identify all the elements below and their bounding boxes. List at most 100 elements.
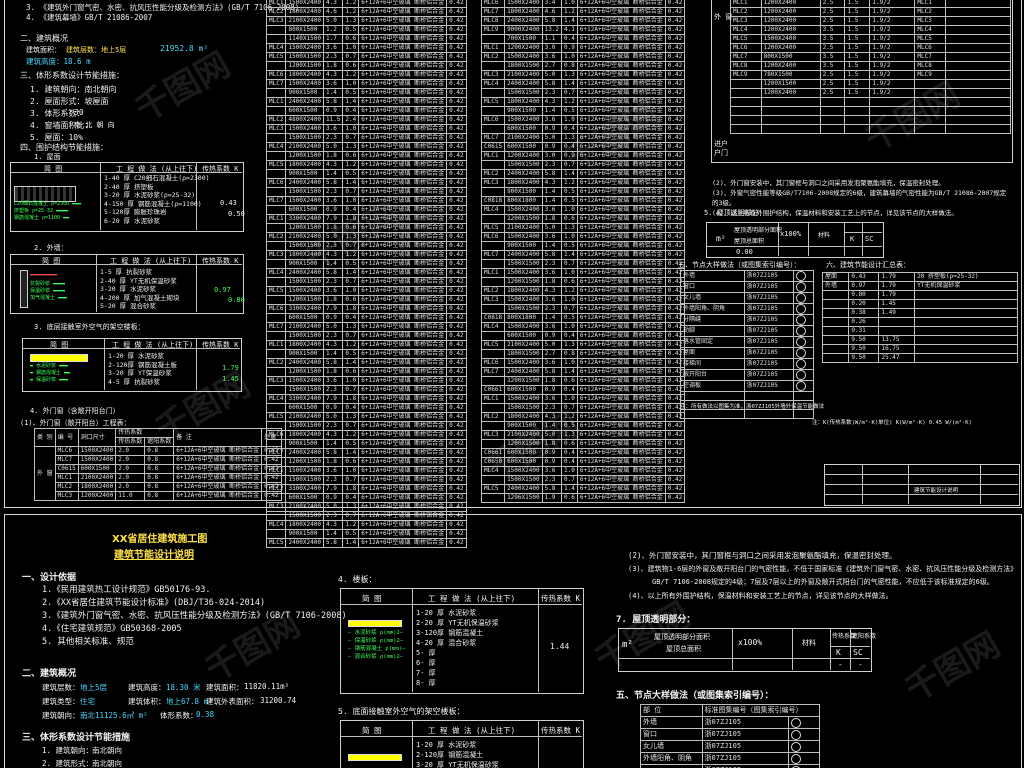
summary-limit-cell: 1.49 bbox=[878, 308, 916, 318]
table-row: 600X1500 0.9 0.4 6+12A+6中空玻璃 断桥铝合金 0.42 bbox=[265, 313, 467, 323]
glass-note-cell: 6+12A+6中空玻璃 断桥铝合金 bbox=[576, 178, 666, 188]
wall-ratio-cell: 0.42 bbox=[446, 403, 467, 413]
window-value-cell: 1.0 bbox=[561, 268, 578, 278]
window-area-cell: 5.0 bbox=[541, 70, 563, 80]
design-basis-item: 3.《建筑外门窗气密、水密、抗风压性能分级及检测方法》(GB/T 7106-20… bbox=[42, 611, 347, 621]
glass-note-cell: 6+12A+6中空玻璃 断桥铝合金 bbox=[358, 313, 448, 323]
window-area-cell: 5.8 bbox=[322, 448, 344, 458]
window-size-cell: 1800X2400 bbox=[504, 178, 543, 188]
wall-ratio-cell: 0.42 bbox=[446, 232, 467, 242]
table-row: 1500X1500 2.3 0.7 6+12A+6中空玻璃 断桥铝合金 0.42 bbox=[265, 475, 467, 485]
window-value-cell: 1.0 bbox=[561, 358, 578, 368]
glass-note-cell: 6+12A+6中空玻璃 断桥铝合金 bbox=[358, 259, 448, 269]
table-row: C0818 800X1800 1.4 0.5 6+12A+6中空玻璃 断桥铝合金 0.42 bbox=[480, 196, 686, 206]
skylight-b-k: K bbox=[836, 648, 841, 657]
glass-note-cell: 6+12A+6中空玻璃 断桥铝合金 bbox=[576, 205, 666, 215]
glass-note-cell: 6+12A+6中空玻璃 断桥铝合金 bbox=[358, 385, 448, 395]
door-table-cell: 1.5 bbox=[844, 25, 871, 35]
window-size-cell: 600X1500 bbox=[285, 313, 324, 323]
wall-ratio-cell: 0.42 bbox=[446, 70, 467, 80]
table-row: MLC8 1200X2400 3.5 1.5 1.9/2 MLC8 bbox=[730, 61, 1011, 71]
overview-label: 建筑朝向： bbox=[42, 711, 80, 720]
door-table-cell: 2.5 bbox=[819, 70, 846, 80]
table-row: 0.80 1.79 bbox=[821, 290, 1018, 300]
table-row: MLC2 1200X2400 2.5 1.5 1.9/2 MLC2 bbox=[730, 7, 1011, 17]
glass-note-cell: 6+12A+6中空玻璃 断桥铝合金 bbox=[576, 214, 666, 224]
table-row: MLC1 1500X2400 3.6 1.0 6+12A+6中空玻璃 断桥铝合金 0.42 bbox=[480, 394, 686, 404]
table-row: 外墙 0.97 1.79 YT无机保温砂浆 bbox=[821, 281, 1018, 291]
window-size-cell: 1500X1500 bbox=[504, 88, 543, 98]
table-row: 0.26 bbox=[821, 317, 1018, 327]
table-row: 1500X1500 2.3 0.7 6+12A+6中空玻璃 断桥铝合金 0.42 bbox=[265, 421, 467, 431]
glass-note-cell: 6+12A+6中空玻璃 断桥铝合金 bbox=[358, 295, 448, 305]
glass-note-cell: 6+12A+6中空玻璃 断桥铝合金 bbox=[576, 385, 666, 395]
table-row: MLC1 2400X2400 5.8 1.4 6+12A+6中空玻璃 断桥铝合金 0.42 bbox=[265, 97, 467, 107]
summary-k-cell: 0.38 bbox=[848, 308, 880, 318]
wall-ratio-cell: 0.42 bbox=[446, 151, 467, 161]
glass-note-cell: 6+12A+6中空玻璃 断桥铝合金 bbox=[358, 448, 448, 458]
roof-k-header: 传热系数 K bbox=[202, 165, 239, 173]
glass-note-cell: 6+12A+6中空玻璃 断桥铝合金 bbox=[358, 331, 448, 341]
table-row: MLC5 1800X2400 4.3 1.2 6+12A+6中空玻璃 断桥铝合金 0.42 bbox=[265, 160, 467, 170]
wall-ratio-cell: 0.42 bbox=[446, 259, 467, 269]
window-size-cell: 1500X2400 bbox=[504, 115, 543, 125]
window-code-cell bbox=[480, 331, 506, 341]
glass-note-cell: 6+12A+6中空玻璃 断桥铝合金 bbox=[576, 16, 666, 26]
window-code-cell: C0615 bbox=[480, 142, 506, 152]
door-note-2: (2)、外门窗安装中，其门窗框与洞口之间采用发泡聚氨酯填充，保温密封处理。 bbox=[628, 551, 897, 560]
window-code-cell: C0661 bbox=[480, 385, 506, 395]
table-row: 窗口 浙07ZJ105 bbox=[640, 728, 821, 741]
window-value-cell: 0.5 bbox=[342, 88, 360, 98]
window-value-cell: 1.3 bbox=[342, 16, 360, 26]
window-size-cell: 1200X1500 bbox=[504, 376, 543, 386]
glass-note-cell: 6+12A+6中空玻璃 断桥铝合金 bbox=[576, 394, 666, 404]
window-value-cell: 1.0 bbox=[561, 0, 578, 8]
summary-k-cell: 9.50 bbox=[848, 335, 880, 345]
wall-ratio-cell: 0.42 bbox=[446, 439, 467, 449]
window-size-cell: 1200X1500 bbox=[285, 367, 324, 377]
table-row: MLC1 1200X2400 2.5 1.5 1.9/2 MLC1 bbox=[730, 0, 1011, 8]
table-row: MLC6 1200X2400 2.5 1.5 1.9/2 MLC6 bbox=[730, 43, 1011, 53]
wall-ratio-cell: 0.42 bbox=[446, 286, 467, 296]
section-two-heading: 二、建筑概况 bbox=[20, 34, 68, 43]
door-table-cell: 1.5 bbox=[844, 88, 871, 98]
window-value-cell: 0.7 bbox=[561, 259, 578, 269]
window-size-cell: 2400X2400 bbox=[285, 97, 324, 107]
window-area-cell: 3.6 bbox=[541, 295, 563, 305]
glass-note-cell: 6+12A+6中空玻璃 断桥铝合金 bbox=[576, 358, 666, 368]
skylight-b-sc-header: 遮阳系数 bbox=[852, 633, 877, 640]
window-code-cell bbox=[480, 34, 506, 44]
window-size-cell: 1800X2400 bbox=[504, 286, 543, 296]
window-code-cell bbox=[265, 259, 287, 269]
window-area-cell: 4.6 bbox=[541, 7, 563, 17]
node-part-cell bbox=[680, 391, 745, 401]
glass-note-cell: 6+12A+6中空玻璃 断桥铝合金 bbox=[358, 493, 448, 503]
window-code-cell: C0818 bbox=[480, 313, 506, 323]
window-area-cell: 7.9 bbox=[322, 394, 344, 404]
table-row: 1296X1500 1.9 0.6 6+12A+6中空玻璃 断桥铝合金 0.42 bbox=[480, 493, 686, 503]
window-area-cell: 4.6 bbox=[322, 7, 344, 17]
window-value-cell: 1.3 bbox=[342, 142, 360, 152]
window-subheading: 4. 外门窗（含敞开阳台门） bbox=[30, 407, 120, 415]
door-table-cell bbox=[819, 106, 846, 116]
window-code-cell bbox=[265, 151, 287, 161]
glass-note-cell: 6+12A+6中空玻璃 断桥铝合金 bbox=[358, 7, 448, 17]
window-code-cell: MLC4 bbox=[265, 43, 287, 53]
glass-note-cell: 6+12A+6中空玻璃 断桥铝合金 bbox=[358, 475, 448, 485]
window-code-cell: MLC2 bbox=[265, 232, 287, 242]
window-value-cell: 0.7 bbox=[342, 277, 360, 287]
window-code-cell: MLC2 bbox=[265, 358, 287, 368]
node-code-cell bbox=[743, 409, 794, 419]
skylight-k: K bbox=[850, 235, 855, 243]
window-value-cell: 0.5 bbox=[342, 439, 360, 449]
table-row: MLC7 1500X2400 3.6 1.0 6+12A+6中空玻璃 断桥铝合金 0.42 bbox=[265, 79, 467, 89]
window-code-cell: MLC7 bbox=[265, 322, 287, 332]
wall-ratio-cell: 0.42 bbox=[446, 25, 467, 35]
window-size-cell: 900X1500 bbox=[285, 88, 324, 98]
glass-note-cell: 6+12A+6中空玻璃 断桥铝合金 bbox=[358, 43, 448, 53]
wall-row: 1-5 厚 抗裂砂浆 bbox=[100, 268, 153, 276]
window-area-cell: 5.8 bbox=[322, 178, 344, 188]
glass-note-cell: 6+12A+6中空玻璃 断桥铝合金 bbox=[576, 412, 666, 422]
floor-row: 2-120厚 钢筋混凝土板 bbox=[108, 360, 177, 369]
window-size-cell: 1800X2400 bbox=[285, 70, 324, 80]
